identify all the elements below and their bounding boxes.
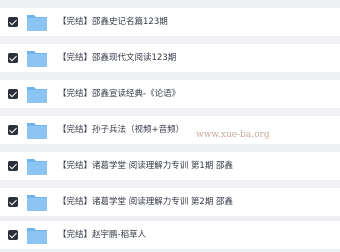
file-name: 【完结】邵鑫宣读经典-《论语》: [58, 89, 181, 99]
checkbox-checked[interactable]: [8, 197, 18, 207]
checkbox-checked[interactable]: [8, 230, 18, 240]
checkbox-checked[interactable]: [8, 17, 18, 27]
file-name: 【完结】邵鑫史记名篇123期: [58, 17, 168, 27]
list-item[interactable]: 【完结】诸葛学堂 阅读理解力专训 第1期 邵鑫: [0, 152, 340, 180]
list-item[interactable]: 【完结】邵鑫史记名篇123期: [0, 8, 340, 36]
folder-icon: [27, 195, 47, 211]
list-item[interactable]: 【完结】孙子兵法（视频+音频）: [0, 116, 340, 144]
folder-icon: [27, 123, 47, 139]
checkbox-checked[interactable]: [8, 89, 18, 99]
folder-icon: [27, 159, 47, 175]
file-name: 【完结】诸葛学堂 阅读理解力专训 第2期 邵鑫: [58, 197, 234, 207]
file-name: 【完结】诸葛学堂 阅读理解力专训 第1期 邵鑫: [58, 161, 234, 171]
folder-icon: [27, 228, 47, 244]
checkbox-checked[interactable]: [8, 125, 18, 135]
checkbox-checked[interactable]: [8, 161, 18, 171]
checkbox-checked[interactable]: [8, 53, 18, 63]
file-name: 【完结】孙子兵法（视频+音频）: [58, 125, 185, 135]
file-name: 【完结】赵宇鹏-稻草人: [58, 230, 147, 240]
folder-icon: [27, 51, 47, 67]
file-list: 【完结】邵鑫史记名篇123期 【完结】邵鑫现代文阅读123期 【完结】邵鑫宣读经…: [0, 0, 340, 252]
list-item[interactable]: 【完结】赵宇鹏-稻草人: [0, 221, 340, 249]
folder-icon: [27, 15, 47, 31]
list-item[interactable]: 【完结】邵鑫现代文阅读123期: [0, 44, 340, 72]
list-item[interactable]: 【完结】诸葛学堂 阅读理解力专训 第2期 邵鑫: [0, 188, 340, 216]
list-item[interactable]: 【完结】邵鑫宣读经典-《论语》: [0, 80, 340, 108]
folder-icon: [27, 87, 47, 103]
file-name: 【完结】邵鑫现代文阅读123期: [58, 53, 177, 63]
